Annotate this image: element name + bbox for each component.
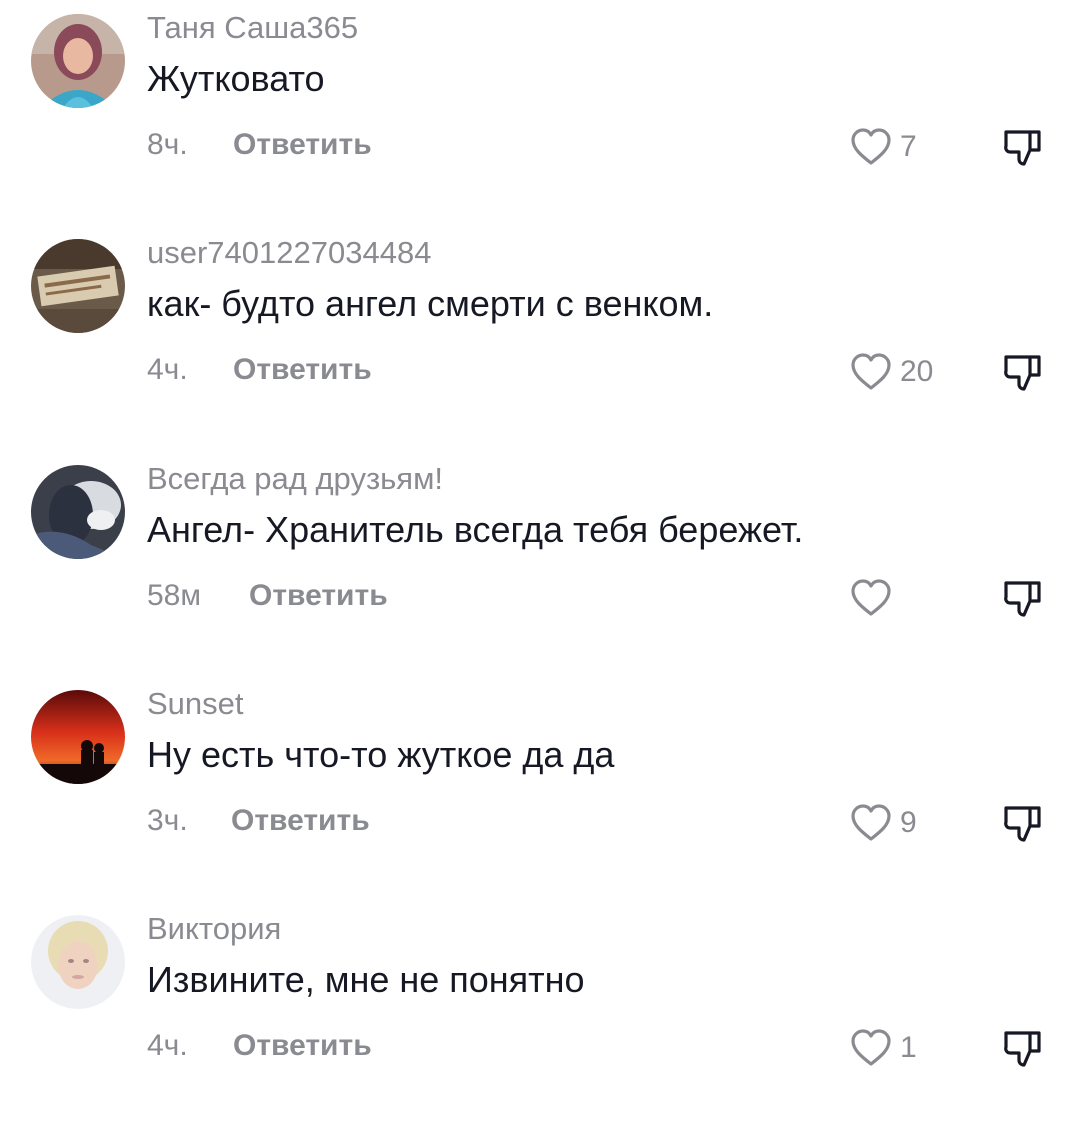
like-button[interactable] [848,575,900,621]
comment-text: как- будто ангел смерти с венком. [147,283,714,324]
like-count: 9 [900,806,917,839]
reply-button[interactable]: Ответить [233,353,372,387]
thumbs-down-icon [1004,1031,1041,1067]
dislike-button[interactable] [1000,575,1046,621]
like-button[interactable]: 20 [848,349,933,395]
user-avatar[interactable] [31,915,125,1009]
heart-outline-icon [851,1029,891,1066]
dislike-button[interactable] [1000,1025,1046,1071]
thumbs-down-icon [1004,581,1041,617]
comment-item: Виктория Извините, мне не понятно 4ч. От… [0,901,1080,1126]
reply-button[interactable]: Ответить [249,579,388,613]
dislike-button[interactable] [1000,800,1046,846]
user-avatar[interactable] [31,239,125,333]
comment-item: Sunset Ну есть что-то жуткое да да 3ч. О… [0,676,1080,901]
reply-button[interactable]: Ответить [233,1029,372,1063]
comment-text: Извините, мне не понятно [147,959,585,1000]
comment-username[interactable]: Виктория [147,911,281,947]
comment-text: Ангел- Хранитель всегда тебя бережет. [147,509,804,550]
like-button[interactable]: 9 [848,800,917,846]
like-button[interactable]: 7 [848,124,917,170]
heart-outline-icon [851,804,891,841]
comment-item: Всегда рад друзьям! Ангел- Хранитель все… [0,451,1080,676]
reply-button[interactable]: Ответить [233,128,372,162]
comment-time: 3ч. [147,804,188,837]
comment-time: 4ч. [147,353,188,386]
comment-username[interactable]: Sunset [147,686,244,722]
like-button[interactable]: 1 [848,1025,917,1071]
like-count: 20 [900,355,934,388]
heart-outline-icon [851,579,891,616]
thumbs-down-icon [1004,355,1041,391]
comment-item: user7401227034484 как- будто ангел смерт… [0,225,1080,450]
thumbs-down-icon [1004,130,1041,166]
like-count: 7 [900,130,917,163]
comment-time: 8ч. [147,128,188,161]
heart-outline-icon [851,128,891,165]
user-avatar[interactable] [31,465,125,559]
thumbs-down-icon [1004,806,1041,842]
dislike-button[interactable] [1000,349,1046,395]
user-avatar[interactable] [31,14,125,108]
comment-text: Ну есть что-то жуткое да да [147,734,615,775]
heart-outline-icon [851,353,891,390]
comment-username[interactable]: Всегда рад друзьям! [147,461,443,497]
comment-username[interactable]: Таня Саша365 [147,10,358,46]
comment-time: 4ч. [147,1029,188,1062]
comment-item: Таня Саша365 Жутковато 8ч. Ответить 7 [0,0,1080,225]
reply-button[interactable]: Ответить [231,804,370,838]
comment-username[interactable]: user7401227034484 [147,235,431,271]
like-count: 1 [900,1031,917,1064]
comment-time: 58м [147,579,201,612]
comment-text: Жутковато [147,58,325,99]
dislike-button[interactable] [1000,124,1046,170]
user-avatar[interactable] [31,690,125,784]
